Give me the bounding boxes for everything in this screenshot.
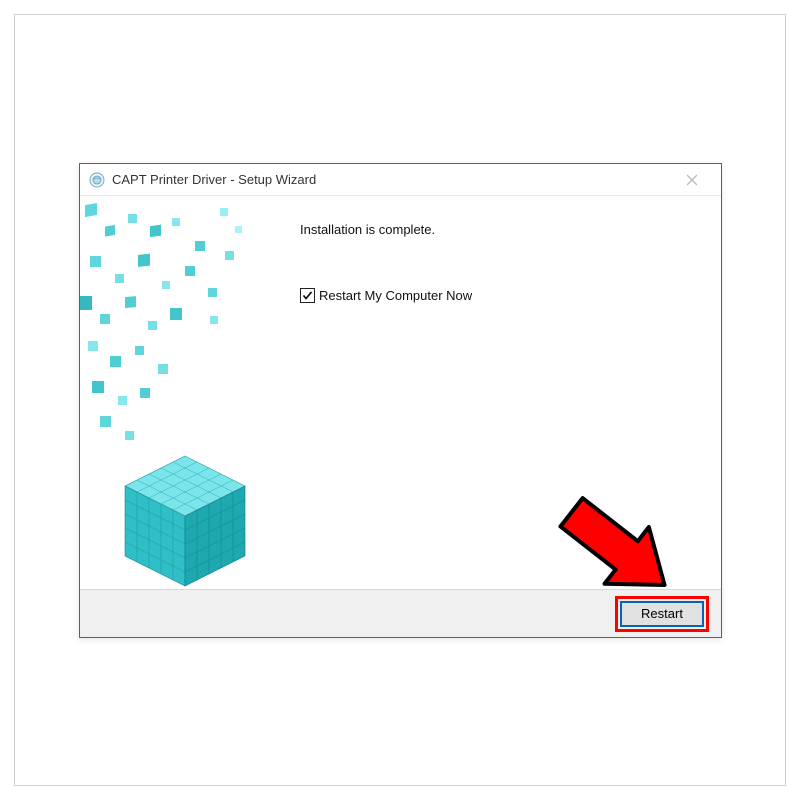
checkbox-icon[interactable] [300,288,315,303]
dialog-footer: Restart [80,589,721,637]
dialog-content: Installation is complete. Restart My Com… [80,196,721,589]
restart-checkbox-row[interactable]: Restart My Computer Now [300,288,472,303]
dialog-title: CAPT Printer Driver - Setup Wizard [112,172,671,187]
titlebar: CAPT Printer Driver - Setup Wizard [80,164,721,196]
close-icon[interactable] [671,166,713,194]
checkbox-label: Restart My Computer Now [319,288,472,303]
setup-wizard-dialog: CAPT Printer Driver - Setup Wizard [79,163,722,638]
wizard-graphic [80,196,270,589]
restart-button-highlight: Restart [615,596,709,632]
installation-complete-message: Installation is complete. [300,222,435,237]
wizard-icon [88,171,106,189]
restart-button[interactable]: Restart [620,601,704,627]
